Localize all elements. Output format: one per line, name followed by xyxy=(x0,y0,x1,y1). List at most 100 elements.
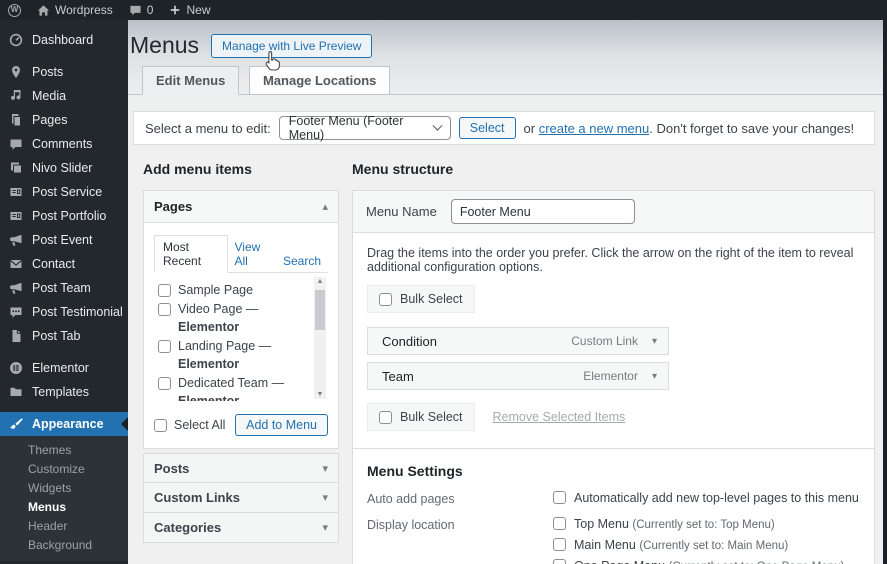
select-menu-button[interactable]: Select xyxy=(458,117,516,139)
create-menu-text: or create a new menu. Don't forget to sa… xyxy=(523,120,855,136)
create-new-menu-link[interactable]: create a new menu xyxy=(539,121,650,136)
sidebar-item-post-team[interactable]: Post Team xyxy=(0,276,128,300)
location-checkbox[interactable] xyxy=(553,538,566,551)
wordpress-logo-menu[interactable] xyxy=(8,3,21,17)
submenu-item-customize[interactable]: Customize xyxy=(0,460,128,479)
tab-edit-menus[interactable]: Edit Menus xyxy=(142,66,240,95)
scrollbar-thumb[interactable] xyxy=(315,290,325,330)
location-top-menu[interactable]: Top Menu (Currently set to: Top Menu) xyxy=(553,517,844,533)
location-checkbox[interactable] xyxy=(553,517,566,530)
submenu-item-widgets[interactable]: Widgets xyxy=(0,479,128,498)
submenu-item-menus[interactable]: Menus xyxy=(0,498,128,517)
home-icon xyxy=(37,4,50,16)
envelope-icon xyxy=(10,260,22,268)
menu-settings-heading: Menu Settings xyxy=(367,463,463,479)
select-all-control[interactable]: Select All xyxy=(154,418,225,432)
menu-item-condition[interactable]: Condition Custom Link ▾ xyxy=(367,327,669,355)
page-checkbox-item[interactable]: Dedicated Team — Elementor xyxy=(158,374,310,401)
bulk-select-checkbox[interactable] xyxy=(379,410,392,424)
menu-structure-box: Menu Name Drag the items into the order … xyxy=(352,190,875,564)
sidebar-item-contact[interactable]: Contact xyxy=(0,252,128,276)
sidebar-item-post-service[interactable]: Post Service xyxy=(0,180,128,204)
sidebar-item-post-event[interactable]: Post Event xyxy=(0,228,128,252)
tab-view-all[interactable]: View All xyxy=(228,236,276,272)
menu-name-input[interactable] xyxy=(450,199,635,224)
drag-instructions: Drag the items into the order you prefer… xyxy=(367,246,854,274)
menu-items-list: Condition Custom Link ▾ Team Elementor ▾ xyxy=(367,327,669,390)
display-location-options: Top Menu (Currently set to: Top Menu) Ma… xyxy=(553,517,844,564)
page-title: Menus xyxy=(130,32,200,58)
tab-manage-locations[interactable]: Manage Locations xyxy=(248,66,391,95)
sidebar-item-pages[interactable]: Pages xyxy=(0,108,128,132)
tab-search[interactable]: Search xyxy=(276,250,328,272)
manage-live-preview-button[interactable]: Manage with Live Preview xyxy=(211,33,373,58)
submenu-item-background[interactable]: Background xyxy=(0,536,128,555)
add-to-menu-button[interactable]: Add to Menu xyxy=(235,414,328,436)
auto-add-pages-option[interactable]: Automatically add new top-level pages to… xyxy=(553,491,859,506)
scroll-up-icon[interactable]: ▲ xyxy=(314,278,326,285)
bulk-select-checkbox[interactable] xyxy=(379,292,392,306)
menu-structure-heading: Menu structure xyxy=(352,161,454,177)
pages-panel-header[interactable]: Pages ▴ xyxy=(144,191,338,223)
wordpress-logo-icon xyxy=(8,3,21,17)
item-expand-icon[interactable]: ▾ xyxy=(652,371,657,382)
location-checkbox[interactable] xyxy=(553,559,566,564)
posts-panel-header[interactable]: Posts ▾ xyxy=(143,453,339,483)
site-name: Wordpress xyxy=(55,3,113,17)
auto-add-checkbox[interactable] xyxy=(553,491,566,504)
site-link[interactable]: Wordpress xyxy=(37,3,113,17)
bulk-select-toggle-bottom[interactable]: Bulk Select xyxy=(367,403,475,431)
new-label: New xyxy=(186,3,211,17)
location-one-page-menu[interactable]: One Page Menu (Currently set to: One Pag… xyxy=(553,559,844,564)
tab-most-recent[interactable]: Most Recent xyxy=(154,235,228,273)
menu-select-value: Footer Menu (Footer Menu) xyxy=(288,114,404,142)
pages-panel: Pages ▴ Most Recent View All Search Samp… xyxy=(143,190,339,449)
submenu-item-header[interactable]: Header xyxy=(0,517,128,536)
checkbox[interactable] xyxy=(158,339,171,353)
sidebar-item-appearance[interactable]: Appearance xyxy=(0,412,128,436)
location-main-menu[interactable]: Main Menu (Currently set to: Main Menu) xyxy=(553,538,844,554)
remove-selected-items-link[interactable]: Remove Selected Items xyxy=(493,410,626,424)
sidebar-item-media[interactable]: Media xyxy=(0,84,128,108)
comments-shortcut[interactable]: 0 xyxy=(129,3,154,17)
page-checkbox-item[interactable]: Video Page — Elementor xyxy=(158,300,310,337)
testimonial-icon xyxy=(10,307,22,318)
item-expand-icon[interactable]: ▾ xyxy=(652,336,657,347)
custom-links-panel-header[interactable]: Custom Links ▾ xyxy=(143,483,339,513)
admin-sidebar: Dashboard Posts Media Pages Comments Niv… xyxy=(0,20,128,564)
scroll-down-icon[interactable]: ▼ xyxy=(314,391,326,398)
sidebar-item-post-testimonial[interactable]: Post Testimonial xyxy=(0,300,128,324)
sidebar-item-templates[interactable]: Templates xyxy=(0,380,128,404)
comment-count: 0 xyxy=(146,3,154,17)
expand-icon: ▾ xyxy=(322,522,328,534)
page-icon xyxy=(12,330,21,342)
elementor-icon xyxy=(10,362,22,374)
checkbox[interactable] xyxy=(158,376,171,390)
sidebar-item-elementor[interactable]: Elementor xyxy=(0,356,128,380)
main-content: Menus Manage with Live Preview Edit Menu… xyxy=(128,20,883,564)
comment-bubble-icon xyxy=(130,5,141,15)
sidebar-item-dashboard[interactable]: Dashboard xyxy=(0,28,128,52)
menu-select-dropdown[interactable]: Footer Menu (Footer Menu) xyxy=(278,114,451,142)
sidebar-item-comments[interactable]: Comments xyxy=(0,132,128,156)
checkbox[interactable] xyxy=(158,302,171,316)
list-scrollbar[interactable]: ▲ ▼ xyxy=(314,277,326,399)
window-scrollbar-edge[interactable] xyxy=(883,20,887,564)
menu-item-team[interactable]: Team Elementor ▾ xyxy=(367,362,669,390)
categories-panel-header[interactable]: Categories ▾ xyxy=(143,513,339,543)
new-content-menu[interactable]: New xyxy=(169,3,211,17)
page-checkbox-item[interactable]: Sample Page xyxy=(158,281,310,300)
page-checkbox-item[interactable]: Landing Page — Elementor xyxy=(158,337,310,374)
sidebar-item-post-portfolio[interactable]: Post Portfolio xyxy=(0,204,128,228)
sidebar-item-posts[interactable]: Posts xyxy=(0,60,128,84)
collapse-icon[interactable]: ▴ xyxy=(322,200,328,213)
menu-settings-section: Menu Settings Auto add pages Automatical… xyxy=(353,448,874,564)
pages-icon xyxy=(12,114,21,127)
submenu-item-themes[interactable]: Themes xyxy=(0,441,128,460)
sidebar-item-nivo-slider[interactable]: Nivo Slider xyxy=(0,156,128,180)
sidebar-item-post-tab[interactable]: Post Tab xyxy=(0,324,128,348)
add-menu-items-heading: Add menu items xyxy=(143,161,252,177)
checkbox[interactable] xyxy=(158,284,171,297)
bulk-select-toggle[interactable]: Bulk Select xyxy=(367,285,475,313)
select-all-checkbox[interactable] xyxy=(154,418,167,432)
